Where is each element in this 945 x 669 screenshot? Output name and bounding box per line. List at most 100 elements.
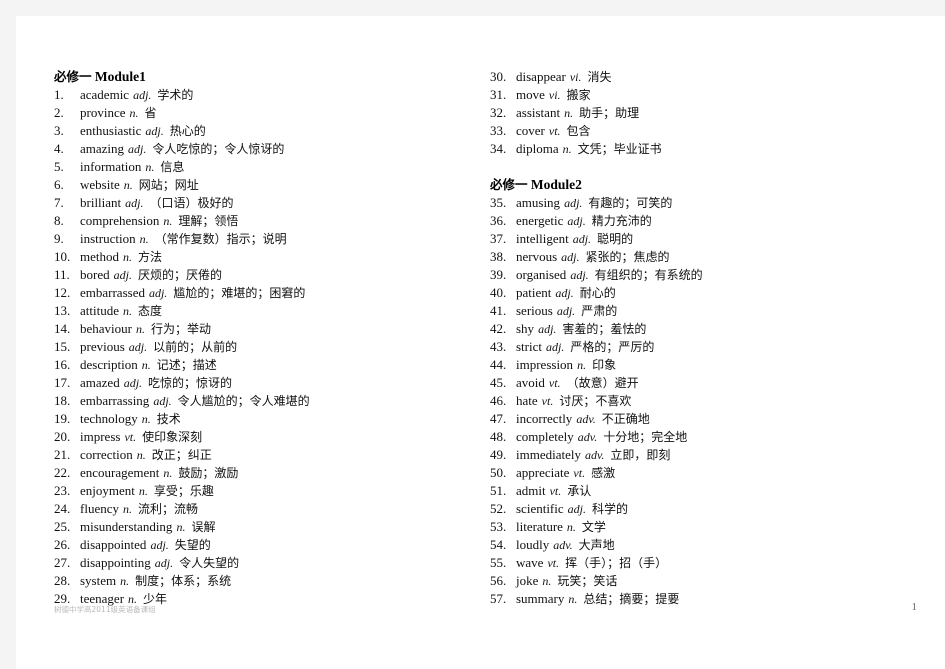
- entry-number: 45.: [490, 375, 507, 390]
- vocab-entry: 32. assistant n. 助手；助理: [490, 104, 920, 122]
- entry-number: 8.: [54, 213, 64, 228]
- entry-word: shy: [516, 321, 535, 336]
- entry-number: 44.: [490, 357, 507, 372]
- vocab-entry: 47. incorrectly adv. 不正确地: [490, 410, 920, 428]
- entry-part-of-speech: n.: [562, 142, 572, 156]
- entry-part-of-speech: adj.: [125, 196, 144, 210]
- vocab-entry: 10. method n. 方法: [54, 248, 484, 266]
- entry-word: assistant: [516, 105, 561, 120]
- entry-word: immediately: [516, 447, 581, 462]
- entry-number: 56.: [490, 573, 507, 588]
- entry-definition: 有趣的；可笑的: [588, 196, 673, 210]
- entry-number: 10.: [54, 249, 71, 264]
- entry-number: 35.: [490, 195, 507, 210]
- entry-word: disappointing: [80, 555, 151, 570]
- entry-word: literature: [516, 519, 563, 534]
- vocab-entry: 51. admit vt. 承认: [490, 482, 920, 500]
- vocab-entry: 15. previous adj. 以前的；从前的: [54, 338, 484, 356]
- entry-part-of-speech: n.: [139, 232, 149, 246]
- entry-number: 25.: [54, 519, 71, 534]
- entry-definition: 严肃的: [581, 304, 618, 318]
- entry-part-of-speech: vt.: [549, 484, 562, 498]
- entry-word: cover: [516, 123, 545, 138]
- entry-number: 41.: [490, 303, 507, 318]
- vocab-entry: 38. nervous adj. 紧张的；焦虑的: [490, 248, 920, 266]
- entry-number: 46.: [490, 393, 507, 408]
- entry-number: 26.: [54, 537, 71, 552]
- vocab-entry: 56. joke n. 玩笑；笑话: [490, 572, 920, 590]
- entry-definition: 网站；网址: [138, 178, 199, 192]
- entry-part-of-speech: n.: [123, 304, 132, 318]
- entry-part-of-speech: n.: [129, 106, 139, 120]
- entry-part-of-speech: vt.: [124, 430, 137, 444]
- entry-definition: 省: [144, 106, 157, 120]
- vocab-entry: 28. system n. 制度；体系；系统: [54, 572, 484, 590]
- entry-definition: 文学: [581, 520, 606, 534]
- entry-number: 27.: [54, 555, 71, 570]
- entry-part-of-speech: vt.: [573, 466, 586, 480]
- entry-part-of-speech: adj.: [153, 394, 172, 408]
- vocab-entry: 12. embarrassed adj. 尴尬的；难堪的；困窘的: [54, 284, 484, 302]
- entry-part-of-speech: vt.: [541, 394, 554, 408]
- entry-part-of-speech: adj.: [145, 124, 164, 138]
- entry-word: brilliant: [80, 195, 122, 210]
- entry-word: admit: [516, 483, 546, 498]
- vocab-entry: 20. impress vt. 使印象深刻: [54, 428, 484, 446]
- entry-definition: （口语）极好的: [149, 196, 234, 210]
- vocab-entry: 42. shy adj. 害羞的；羞怯的: [490, 320, 920, 338]
- entry-word: misunderstanding: [80, 519, 173, 534]
- entry-part-of-speech: adj.: [128, 340, 148, 354]
- vocab-entry: 31. move vi. 搬家: [490, 86, 920, 104]
- entry-number: 15.: [54, 339, 71, 354]
- entry-definition: 厌烦的；厌倦的: [137, 268, 222, 282]
- vocab-entry: 43. strict adj. 严格的；严厉的: [490, 338, 920, 356]
- entry-part-of-speech: n.: [122, 502, 132, 516]
- entry-part-of-speech: n.: [141, 412, 151, 426]
- entry-number: 54.: [490, 537, 507, 552]
- entry-word: previous: [80, 339, 125, 354]
- entry-part-of-speech: adj.: [567, 502, 586, 516]
- entry-word: disappear: [516, 69, 566, 84]
- entry-word: impression: [516, 357, 574, 372]
- entry-word: appreciate: [516, 465, 570, 480]
- entry-definition: 令人吃惊的；令人惊讶的: [152, 142, 285, 156]
- entry-word: enjoyment: [80, 483, 135, 498]
- entry-definition: 制度；体系；系统: [135, 574, 232, 588]
- entry-part-of-speech: adj.: [133, 88, 152, 102]
- entry-part-of-speech: adj.: [556, 304, 576, 318]
- entry-word: intelligent: [516, 231, 569, 246]
- entry-number: 38.: [490, 249, 507, 264]
- entry-number: 51.: [490, 483, 507, 498]
- entry-word: scientific: [516, 501, 564, 516]
- module-heading-en: Module1: [94, 69, 146, 84]
- entry-definition: 学术的: [157, 88, 194, 102]
- vocab-entry: 18. embarrassing adj. 令人尴尬的；令人难堪的: [54, 392, 484, 410]
- entry-number: 55.: [490, 555, 507, 570]
- entry-definition: 流利；流畅: [137, 502, 198, 516]
- entry-definition: 助手；助理: [579, 106, 640, 120]
- entry-number: 32.: [490, 105, 507, 120]
- entry-part-of-speech: vi.: [548, 88, 561, 102]
- entry-part-of-speech: n.: [138, 484, 148, 498]
- entry-number: 16.: [54, 357, 71, 372]
- entry-number: 24.: [54, 501, 71, 516]
- entry-definition: 热心的: [169, 124, 206, 138]
- entry-definition: 令人失望的: [179, 556, 240, 570]
- entry-definition: 消失: [587, 70, 612, 84]
- entry-word: information: [80, 159, 142, 174]
- entry-definition: 令人尴尬的；令人难堪的: [177, 394, 310, 408]
- entry-number: 36.: [490, 213, 507, 228]
- entry-word: description: [80, 357, 138, 372]
- entry-word: technology: [80, 411, 138, 426]
- entry-definition: 技术: [156, 412, 181, 426]
- vocab-entry: 41. serious adj. 严肃的: [490, 302, 920, 320]
- vocab-entry: 44. impression n. 印象: [490, 356, 920, 374]
- entry-number: 31.: [490, 87, 507, 102]
- entry-definition: 挥（手）；招（手）: [565, 556, 668, 570]
- entry-number: 37.: [490, 231, 507, 246]
- entry-definition: 玩笑；笑话: [557, 574, 618, 588]
- entry-number: 57.: [490, 591, 507, 606]
- entry-part-of-speech: adv.: [576, 412, 596, 426]
- entry-word: hate: [516, 393, 538, 408]
- entry-word: province: [80, 105, 126, 120]
